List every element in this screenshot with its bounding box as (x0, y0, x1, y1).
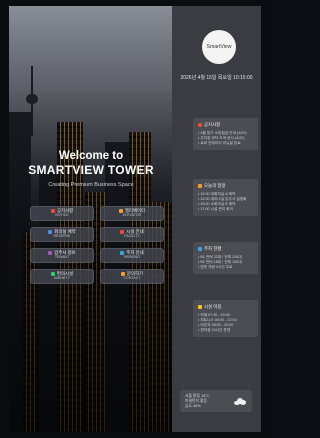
calendar-icon (198, 184, 202, 188)
menu-button-0[interactable]: 공지사항 NOTICE (30, 206, 94, 221)
card-title: 주차 현황 (204, 246, 222, 251)
office-icon (48, 251, 53, 256)
info-card-3[interactable]: 시설 이용 • 카페 07:30 - 19:00 • 피트니스 06:00 - 22… (193, 300, 258, 337)
parking-icon (198, 247, 202, 251)
current-datetime: 2026년 4월 15일 목요일 10:15:00 (180, 75, 253, 81)
card-line: • 방문 차량 2시간 무료 (198, 265, 233, 269)
cloud-icon (234, 397, 246, 405)
weather-text: 서울 맑음 18°C 미세먼지 좋음 습도 45% (185, 394, 210, 409)
info-card-2[interactable]: 주차 현황 • B1 잔여 32대 / 전체 120대 • B2 잔여 18대 / … (193, 242, 258, 274)
menu-button-sub: NOTICE (55, 213, 69, 218)
menu-button-2[interactable]: 회의실 예약 RESERVE (30, 227, 94, 242)
menu-button-6[interactable]: 편의시설 AMENITY (30, 269, 94, 284)
card-header: 공지사항 (198, 122, 254, 128)
calendar-icon (48, 230, 53, 235)
welcome-block: Welcome to SMARTVIEW TOWER Creating Prem… (20, 150, 162, 188)
kiosk-screen: Welcome to SMARTVIEW TOWER Creating Prem… (0, 0, 270, 438)
card-line: • 17:00 시설 관리 회의 (198, 207, 233, 211)
menu-button-sub: FACILITY (124, 234, 140, 239)
weather-line-3: 습도 45% (185, 403, 201, 408)
card-title: 공지사항 (204, 122, 221, 127)
menu-button-1[interactable]: 엘리베이터 ELEVATOR (100, 206, 164, 221)
menu-button-sub: CONTACT (123, 276, 141, 281)
card-title: 오늘의 일정 (204, 183, 226, 188)
card-line: • 로비 인테리어 리뉴얼 완료 (198, 141, 241, 145)
megaphone-icon (198, 123, 202, 127)
weather-line-2: 미세먼지 좋음 (185, 398, 208, 403)
welcome-subtitle: Creating Premium Business Space (48, 182, 134, 188)
weather-widget[interactable]: 서울 맑음 18°C 미세먼지 좋음 습도 45% (180, 390, 252, 412)
info-card-1[interactable]: 오늘의 일정 • 10:00 대회의실 A 예약 • 13:30 세미나실 입주사 … (193, 179, 258, 216)
card-header: 주차 현황 (198, 246, 254, 252)
coffee-icon (198, 305, 202, 309)
info-card-0[interactable]: 공지사항 • 4월 정기 소방점검 안내 (4/20) • 주차장 바닥 도색 공사… (193, 118, 258, 150)
main-menu-grid: 공지사항 NOTICE 엘리베이터 ELEVATOR 회의실 예약 RESERVE 시설 안… (30, 206, 164, 284)
card-title: 시설 이용 (204, 304, 222, 309)
menu-button-4[interactable]: 입주사 정보 TENANT (30, 248, 94, 263)
card-header: 오늘의 일정 (198, 183, 254, 189)
card-line: • 편의점 24시간 운영 (198, 328, 231, 332)
welcome-line-2: SMARTVIEW TOWER (28, 163, 154, 177)
menu-button-sub: ELEVATOR (122, 213, 142, 218)
welcome-line-1: Welcome to (58, 150, 124, 162)
logo-text: SmartView (206, 44, 232, 50)
menu-button-7[interactable]: 문의하기 CONTACT (100, 269, 164, 284)
menu-button-sub: AMENITY (54, 276, 70, 281)
menu-button-sub: TENANT (54, 255, 70, 260)
menu-button-sub: PARKING (124, 255, 140, 260)
card-header: 시설 이용 (198, 304, 254, 310)
weather-line-1: 서울 맑음 18°C (185, 393, 210, 398)
menu-button-3[interactable]: 시설 안내 FACILITY (100, 227, 164, 242)
info-sidebar: SmartView 2026년 4월 15일 목요일 10:15:00 공지사항… (172, 6, 261, 432)
smartview-logo: SmartView (202, 30, 236, 64)
menu-button-5[interactable]: 주차 안내 PARKING (100, 248, 164, 263)
menu-button-sub: RESERVE (53, 234, 71, 239)
